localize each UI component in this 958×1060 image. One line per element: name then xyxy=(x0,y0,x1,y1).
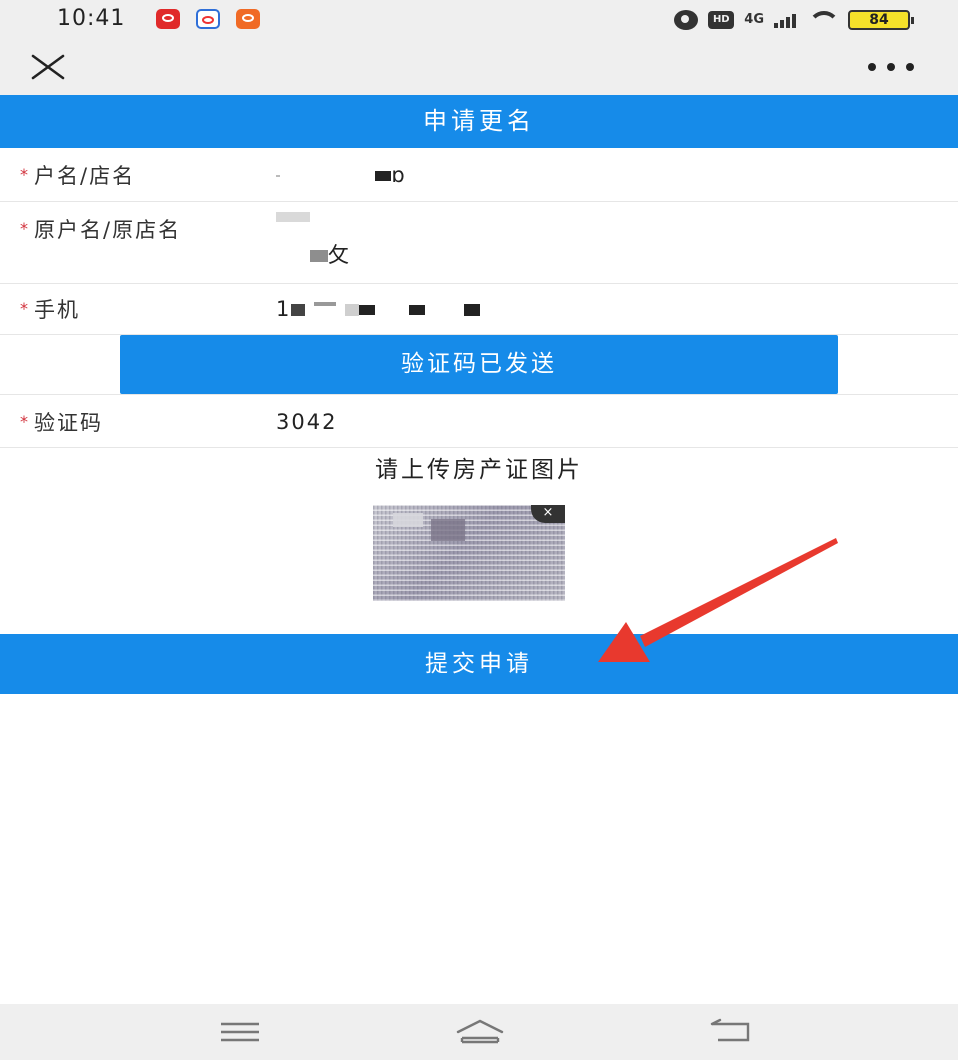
form-row-phone: * 手机 1 xyxy=(0,284,958,335)
alarm-icon xyxy=(674,10,699,30)
battery-icon: 84 xyxy=(848,10,914,30)
required-mark: * xyxy=(20,299,30,318)
uploaded-image-thumbnail[interactable]: × xyxy=(373,505,565,601)
wifi-icon xyxy=(806,11,840,29)
title-bar xyxy=(0,40,958,95)
phone-input[interactable]: 1 xyxy=(276,292,481,326)
system-nav-bar xyxy=(0,1004,958,1060)
baidu-icon xyxy=(196,9,220,29)
status-time: 10:41 xyxy=(57,6,126,31)
code-input[interactable]: 3042 xyxy=(276,405,337,439)
phone-label: * 手机 xyxy=(20,298,80,322)
network-type: 4G xyxy=(744,12,764,27)
send-code-button[interactable]: 验证码已发送 xyxy=(120,335,838,394)
name-label: * 户名/店名 xyxy=(20,164,136,188)
close-icon[interactable] xyxy=(30,54,66,80)
form-row-code: * 验证码 3042 xyxy=(0,394,958,448)
more-icon[interactable] xyxy=(868,60,914,74)
form-row-original-name: * 原户名/原店名 攵 xyxy=(0,202,958,284)
form-row-name: * 户名/店名 ɒ xyxy=(0,148,958,202)
home-icon[interactable] xyxy=(454,1018,506,1046)
required-mark: * xyxy=(20,412,30,431)
name-input[interactable]: ɒ xyxy=(276,158,407,192)
original-name-value-tail: 攵 xyxy=(328,243,351,267)
app-icon xyxy=(236,9,260,29)
code-label: * 验证码 xyxy=(20,411,103,435)
back-icon[interactable] xyxy=(708,1018,756,1044)
submit-button[interactable]: 提交申请 xyxy=(0,634,958,694)
upload-title: 请上传房产证图片 xyxy=(375,457,583,483)
page-title: 申请更名 xyxy=(0,95,958,148)
status-indicators: HD 4G 84 xyxy=(674,7,914,33)
original-name-input[interactable]: 攵 xyxy=(276,204,351,272)
netease-music-icon xyxy=(156,9,180,29)
required-mark: * xyxy=(20,219,30,238)
original-name-label: * 原户名/原店名 xyxy=(20,218,182,242)
remove-image-icon[interactable]: × xyxy=(531,505,565,523)
phone-value-head: 1 xyxy=(276,297,292,321)
name-value-tail: ɒ xyxy=(391,163,407,187)
status-bar: 10:41 HD 4G 84 xyxy=(0,0,958,40)
required-mark: * xyxy=(20,165,30,184)
signal-icon xyxy=(774,12,796,28)
hd-icon: HD xyxy=(708,11,735,29)
menu-icon[interactable] xyxy=(220,1022,260,1042)
